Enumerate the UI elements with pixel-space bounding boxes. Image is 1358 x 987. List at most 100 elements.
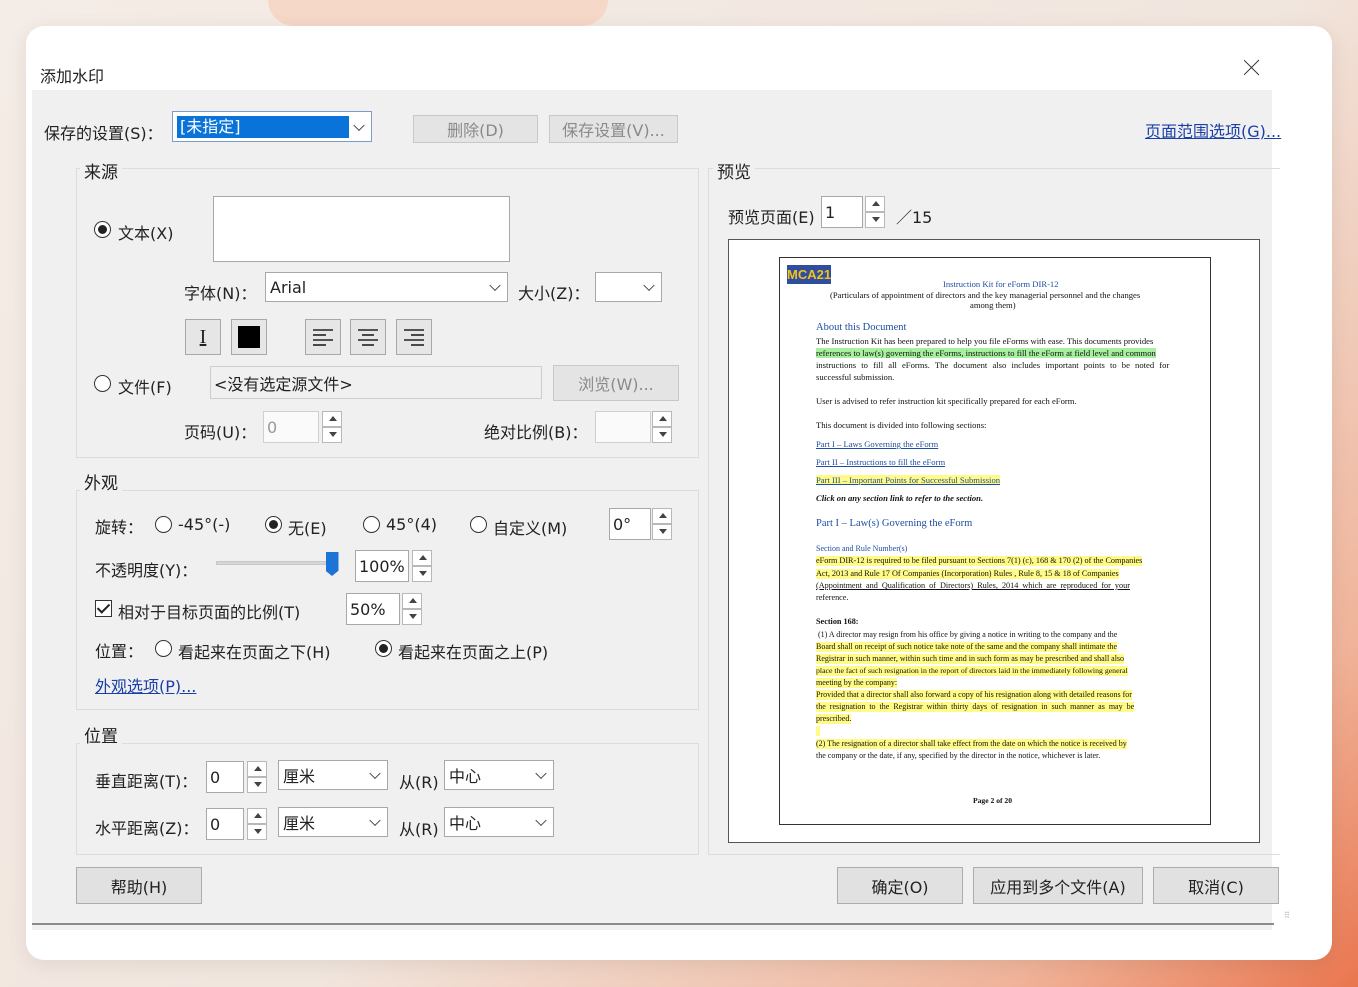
vertical-from-label: 从(R)	[399, 773, 439, 792]
preview-document-page: MCA21 Instruction Kit for eForm DIR-12 (…	[779, 257, 1211, 825]
rotation-neg45-label: -45°(-)	[178, 515, 231, 534]
chevron-down-icon	[353, 119, 365, 131]
front-of-page-radio[interactable]	[375, 640, 392, 657]
horizontal-distance-spinner[interactable]	[247, 808, 267, 840]
doc-text-line: reference.	[816, 593, 849, 602]
doc-section-link[interactable]: Part II – Instructions to fill the eForm	[816, 457, 945, 467]
horizontal-distance-input[interactable]: 0	[206, 808, 244, 840]
source-group-title: 来源	[80, 158, 122, 183]
doc-text-line: Board shall on receipt of such notice ta…	[816, 642, 1118, 652]
add-watermark-dialog: 添加水印 保存的设置(S)： [未指定] 删除(D) 保存设置(V)... 页面…	[32, 32, 1290, 930]
rotation-pos45-radio[interactable]	[363, 516, 380, 533]
page-number-input[interactable]: 0	[263, 411, 319, 443]
doc-subtitle-2: among them)	[970, 300, 1016, 310]
spin-down-icon[interactable]	[412, 566, 432, 582]
spin-down-icon[interactable]	[402, 609, 422, 625]
front-of-page-label: 看起来在页面之上(P)	[398, 643, 549, 662]
vertical-unit-select[interactable]: 厘米	[278, 760, 388, 790]
rotation-none-radio[interactable]	[265, 516, 282, 533]
doc-section-link[interactable]: Part I – Laws Governing the eForm	[816, 439, 938, 449]
spin-up-icon[interactable]	[865, 196, 885, 212]
preview-page-label: 预览页面(E)	[728, 208, 815, 227]
spin-up-icon[interactable]	[402, 593, 422, 609]
horizontal-from-select[interactable]: 中心	[444, 807, 554, 837]
underline-button[interactable]: I	[185, 319, 221, 355]
vertical-distance-label: 垂直距离(T)：	[95, 772, 198, 791]
spin-down-icon[interactable]	[865, 212, 885, 228]
text-color-button[interactable]	[231, 319, 267, 355]
cancel-button[interactable]: 取消(C)	[1153, 867, 1279, 904]
spin-up-icon[interactable]	[652, 411, 672, 427]
opacity-spinner[interactable]	[412, 550, 432, 582]
doc-subtitle-1: (Particulars of appointment of directors…	[830, 290, 1141, 300]
doc-about-heading: About this Document	[816, 322, 907, 333]
ok-button[interactable]: 确定(O)	[837, 867, 963, 904]
resize-grip-icon[interactable]: ⠿	[1284, 912, 1292, 920]
spin-down-icon[interactable]	[247, 824, 267, 840]
vertical-from-select[interactable]: 中心	[444, 760, 554, 790]
spin-up-icon[interactable]	[652, 508, 672, 524]
align-left-icon	[313, 329, 333, 346]
font-label: 字体(N)：	[184, 284, 257, 303]
spin-up-icon[interactable]	[247, 808, 267, 824]
page-number-spinner[interactable]	[322, 411, 342, 443]
text-radio[interactable]	[94, 221, 111, 238]
saved-settings-select[interactable]: [未指定]	[172, 111, 372, 142]
watermark-text-input[interactable]	[213, 196, 510, 262]
relative-scale-spinner[interactable]	[402, 593, 422, 625]
browse-button[interactable]: 浏览(W)...	[553, 365, 679, 401]
rotation-custom-input[interactable]: 0°	[609, 508, 651, 540]
relative-scale-label: 相对于目标页面的比例(T)	[118, 603, 301, 622]
doc-text-line: the resignation to the Registrar within …	[816, 702, 1135, 712]
size-select[interactable]	[595, 272, 662, 302]
align-left-button[interactable]	[305, 319, 341, 355]
opacity-slider-track[interactable]	[216, 561, 331, 565]
save-settings-button[interactable]: 保存设置(V)...	[549, 115, 678, 143]
spin-down-icon[interactable]	[652, 427, 672, 443]
font-select[interactable]: Arial	[265, 272, 508, 302]
spin-up-icon[interactable]	[322, 411, 342, 427]
file-radio[interactable]	[94, 375, 111, 392]
doc-title: Instruction Kit for eForm DIR-12	[943, 279, 1059, 289]
chevron-down-icon	[535, 767, 547, 780]
behind-page-radio[interactable]	[155, 640, 172, 657]
rotation-pos45-label: 45°(4)	[386, 515, 438, 534]
align-right-button[interactable]	[396, 319, 432, 355]
horizontal-distance-label: 水平距离(Z)：	[95, 819, 199, 838]
align-right-icon	[404, 329, 424, 346]
spin-down-icon[interactable]	[652, 524, 672, 540]
doc-text-line: meeting by the company:	[816, 678, 898, 688]
preview-page-input[interactable]: 1	[821, 196, 863, 228]
text-radio-label: 文本(X)	[118, 224, 174, 243]
delete-button[interactable]: 删除(D)	[413, 115, 538, 143]
opacity-input[interactable]: 100%	[355, 550, 409, 582]
align-center-button[interactable]	[350, 319, 386, 355]
relative-scale-input[interactable]: 50%	[346, 593, 400, 625]
spin-up-icon[interactable]	[247, 761, 267, 777]
page-range-options-link[interactable]: 页面范围选项(G)...	[1145, 118, 1281, 142]
source-file-field[interactable]: <没有选定源文件>	[210, 366, 542, 399]
rotation-spinner[interactable]	[652, 508, 672, 540]
doc-section-link[interactable]: Part III – Important Points for Successf…	[816, 475, 1001, 485]
close-icon[interactable]	[1237, 52, 1267, 82]
rotation-custom-radio[interactable]	[470, 516, 487, 533]
spin-up-icon[interactable]	[412, 550, 432, 566]
saved-settings-label: 保存的设置(S)：	[44, 124, 163, 143]
absolute-scale-spinner[interactable]	[652, 411, 672, 443]
relative-scale-checkbox[interactable]	[95, 600, 112, 617]
rotation-label: 旋转：	[95, 518, 144, 537]
vertical-from-value: 中心	[449, 767, 482, 786]
appearance-options-link[interactable]: 外观选项(P)...	[95, 673, 196, 697]
spin-down-icon[interactable]	[247, 777, 267, 793]
preview-page-spinner[interactable]	[865, 196, 885, 228]
spin-down-icon[interactable]	[322, 427, 342, 443]
horizontal-unit-select[interactable]: 厘米	[278, 807, 388, 837]
doc-page-footer: Page 2 of 20	[973, 796, 1013, 805]
apply-to-multiple-button[interactable]: 应用到多个文件(A)	[973, 867, 1143, 904]
help-button[interactable]: 帮助(H)	[76, 867, 202, 904]
vertical-distance-spinner[interactable]	[247, 761, 267, 793]
doc-rule-heading: Section and Rule Number(s)	[816, 544, 908, 553]
vertical-distance-input[interactable]: 0	[206, 761, 244, 793]
rotation-neg45-radio[interactable]	[155, 516, 172, 533]
absolute-scale-input[interactable]	[595, 411, 651, 443]
